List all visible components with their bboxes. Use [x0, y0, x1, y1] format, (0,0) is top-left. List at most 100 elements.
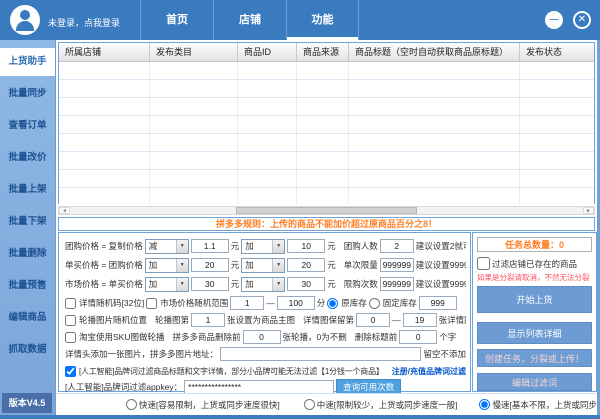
col-shop[interactable]: 所属店铺 — [59, 43, 150, 61]
scrollbar-thumb[interactable] — [236, 207, 418, 214]
carousel-row: 轮播图片随机位置 轮播图第 张设置为商品主图 详情图保留第 — 张详情图片 — [65, 312, 466, 328]
app-window: 未登录，点我登录 首页 店铺 功能 ─ ✕ 上货助手 批量同步 查看订单 批量改… — [0, 0, 600, 419]
detail-keep-suffix: 张详情图片 — [439, 314, 466, 326]
delete-carousel-input[interactable] — [243, 330, 281, 344]
speed-slow-radio[interactable] — [479, 399, 490, 410]
sidebar-item-batch-offshelf[interactable]: 批量下架 — [0, 210, 55, 234]
purchase-times-input[interactable] — [380, 277, 414, 291]
tab-home[interactable]: 首页 — [140, 0, 213, 40]
main-image-index-input[interactable] — [191, 313, 225, 327]
single-op1-select[interactable]: 加▼ — [145, 258, 189, 273]
tab-features[interactable]: 功能 — [286, 0, 359, 40]
market-op2-select[interactable]: 加▼ — [241, 277, 285, 292]
sidebar-item-upload-assistant[interactable]: 上货助手 — [0, 48, 55, 76]
price-range-label: 市场价格随机范围 — [160, 297, 228, 309]
avatar[interactable] — [10, 5, 40, 35]
unit-label: 元 — [327, 240, 336, 252]
market-val2-input[interactable] — [287, 277, 325, 291]
sidebar-item-edit-product[interactable]: 编辑商品 — [0, 306, 55, 330]
random-stock-row: 详情随机码[32位] 市场价格随机范围 — 分 原库存 固定库存 — [65, 295, 466, 311]
chevron-down-icon: ▼ — [176, 259, 188, 272]
col-source[interactable]: 商品来源 — [297, 43, 349, 61]
sidebar-item-batch-sync[interactable]: 批量同步 — [0, 82, 55, 106]
detail-keep-max-input[interactable] — [403, 313, 437, 327]
brand-filter-checkbox[interactable] — [65, 366, 76, 377]
sidebar-item-scrape-data[interactable]: 抓取数据 — [0, 338, 55, 362]
group-val2-input[interactable] — [287, 239, 325, 253]
single-val2-input[interactable] — [287, 258, 325, 272]
dash-label: — — [392, 315, 401, 325]
table-grid-col — [349, 62, 520, 204]
range-min-input[interactable] — [230, 296, 264, 310]
login-link[interactable]: 未登录，点我登录 — [48, 16, 120, 29]
price-range-checkbox[interactable] — [146, 298, 157, 309]
col-status[interactable]: 发布状态 — [520, 43, 594, 61]
fixed-stock-radio[interactable] — [369, 298, 380, 309]
appkey-label: [人工智能]品牌词过滤appkey： — [65, 381, 182, 393]
horizontal-scrollbar[interactable]: ◄ ► — [58, 206, 595, 215]
detail-keep-label: 详情图保留第 — [303, 314, 354, 326]
single-op2-select[interactable]: 加▼ — [241, 258, 285, 273]
delete-title-input[interactable] — [399, 330, 437, 344]
titlebar: 未登录，点我登录 首页 店铺 功能 ─ ✕ — [0, 0, 600, 40]
show-list-button[interactable]: 显示列表详细 — [477, 322, 592, 344]
filter-existing-label: 过滤店铺已存在的商品 — [492, 258, 577, 270]
group-count-label: 团购人数 — [344, 240, 378, 252]
speed-fast-radio[interactable] — [126, 399, 137, 410]
delete-title-label: 删除标题前 — [355, 331, 398, 343]
sidebar-item-batch-onshelf[interactable]: 批量上架 — [0, 178, 55, 202]
carousel-random-checkbox[interactable] — [65, 315, 76, 326]
original-stock-radio[interactable] — [327, 298, 338, 309]
random-code-checkbox[interactable] — [65, 298, 76, 309]
table-body — [59, 62, 594, 204]
single-price-row: 单买价格 = 团购价格 加▼ 元 加▼ 元 单次限量 建议设置999999 — [65, 257, 466, 273]
sidebar-item-batch-delete[interactable]: 批量删除 — [0, 242, 55, 266]
group-op2-select[interactable]: 加▼ — [241, 239, 285, 254]
unit-label: 元 — [231, 259, 240, 271]
sku-carousel-checkbox[interactable] — [65, 332, 76, 343]
market-op1-select[interactable]: 加▼ — [145, 277, 189, 292]
sidebar-item-view-orders[interactable]: 查看订单 — [0, 114, 55, 138]
minimize-icon[interactable]: ─ — [545, 11, 563, 29]
market-val1-input[interactable] — [191, 277, 229, 291]
col-product-id[interactable]: 商品ID — [238, 43, 297, 61]
appkey-input[interactable] — [184, 380, 334, 394]
create-task-button[interactable]: 创建任务，分裂或上传！ — [477, 349, 592, 367]
speed-fast-option[interactable]: 快速[容易限制，上货或同步速度很快] — [126, 399, 280, 411]
group-hint: 建议设置2就可以 — [416, 240, 466, 252]
speed-mid-radio[interactable] — [304, 399, 315, 410]
col-category[interactable]: 发布类目 — [150, 43, 238, 61]
speed-mid-option[interactable]: 中速[限制较少，上货或同步速度一般] — [304, 399, 458, 411]
range-max-input[interactable] — [277, 296, 315, 310]
speed-slow-option[interactable]: 慢速[基本不限，上货或同步速度较慢] — [479, 399, 597, 411]
table-grid-col — [238, 62, 297, 204]
start-upload-button[interactable]: 开始上货 — [477, 286, 592, 313]
single-val1-input[interactable] — [191, 258, 229, 272]
edit-filter-words-button[interactable]: 编辑过滤词 — [477, 373, 592, 391]
col-title[interactable]: 商品标题（空时自动获取商品原标题） — [349, 43, 520, 61]
close-icon[interactable]: ✕ — [573, 11, 591, 29]
speed-slow-label: 慢速[基本不限，上货或同步速度较慢] — [492, 399, 597, 411]
group-val1-input[interactable] — [191, 239, 229, 253]
sidebar-item-batch-presale[interactable]: 批量预售 — [0, 274, 55, 298]
group-op1-select[interactable]: 减▼ — [145, 239, 189, 254]
split-warning: 如果是分裂请取消，不然无法分裂 — [477, 272, 594, 283]
limit-input[interactable] — [380, 258, 414, 272]
chevron-down-icon: ▼ — [272, 259, 284, 272]
carousel-random-label: 轮播图片随机位置 — [79, 314, 147, 326]
group-count-input[interactable] — [380, 239, 414, 253]
purchase-times-hint: 建议设置999999 — [416, 278, 466, 290]
purchase-times-label: 限购次数 — [344, 278, 378, 290]
sidebar-item-batch-reprice[interactable]: 批量改价 — [0, 146, 55, 170]
recharge-link[interactable]: 注册/充值品牌词过滤 — [392, 366, 466, 377]
user-icon — [20, 10, 30, 20]
detail-image-url-input[interactable] — [220, 347, 421, 361]
scroll-left-icon[interactable]: ◄ — [59, 207, 70, 214]
tab-shop[interactable]: 店铺 — [213, 0, 286, 40]
scroll-right-icon[interactable]: ► — [583, 207, 594, 214]
filter-existing-checkbox[interactable] — [477, 257, 490, 270]
chevron-down-icon: ▼ — [176, 278, 188, 291]
detail-keep-min-input[interactable] — [356, 313, 390, 327]
fixed-stock-input[interactable] — [419, 296, 457, 310]
limit-hint: 建议设置999999 — [416, 259, 466, 271]
